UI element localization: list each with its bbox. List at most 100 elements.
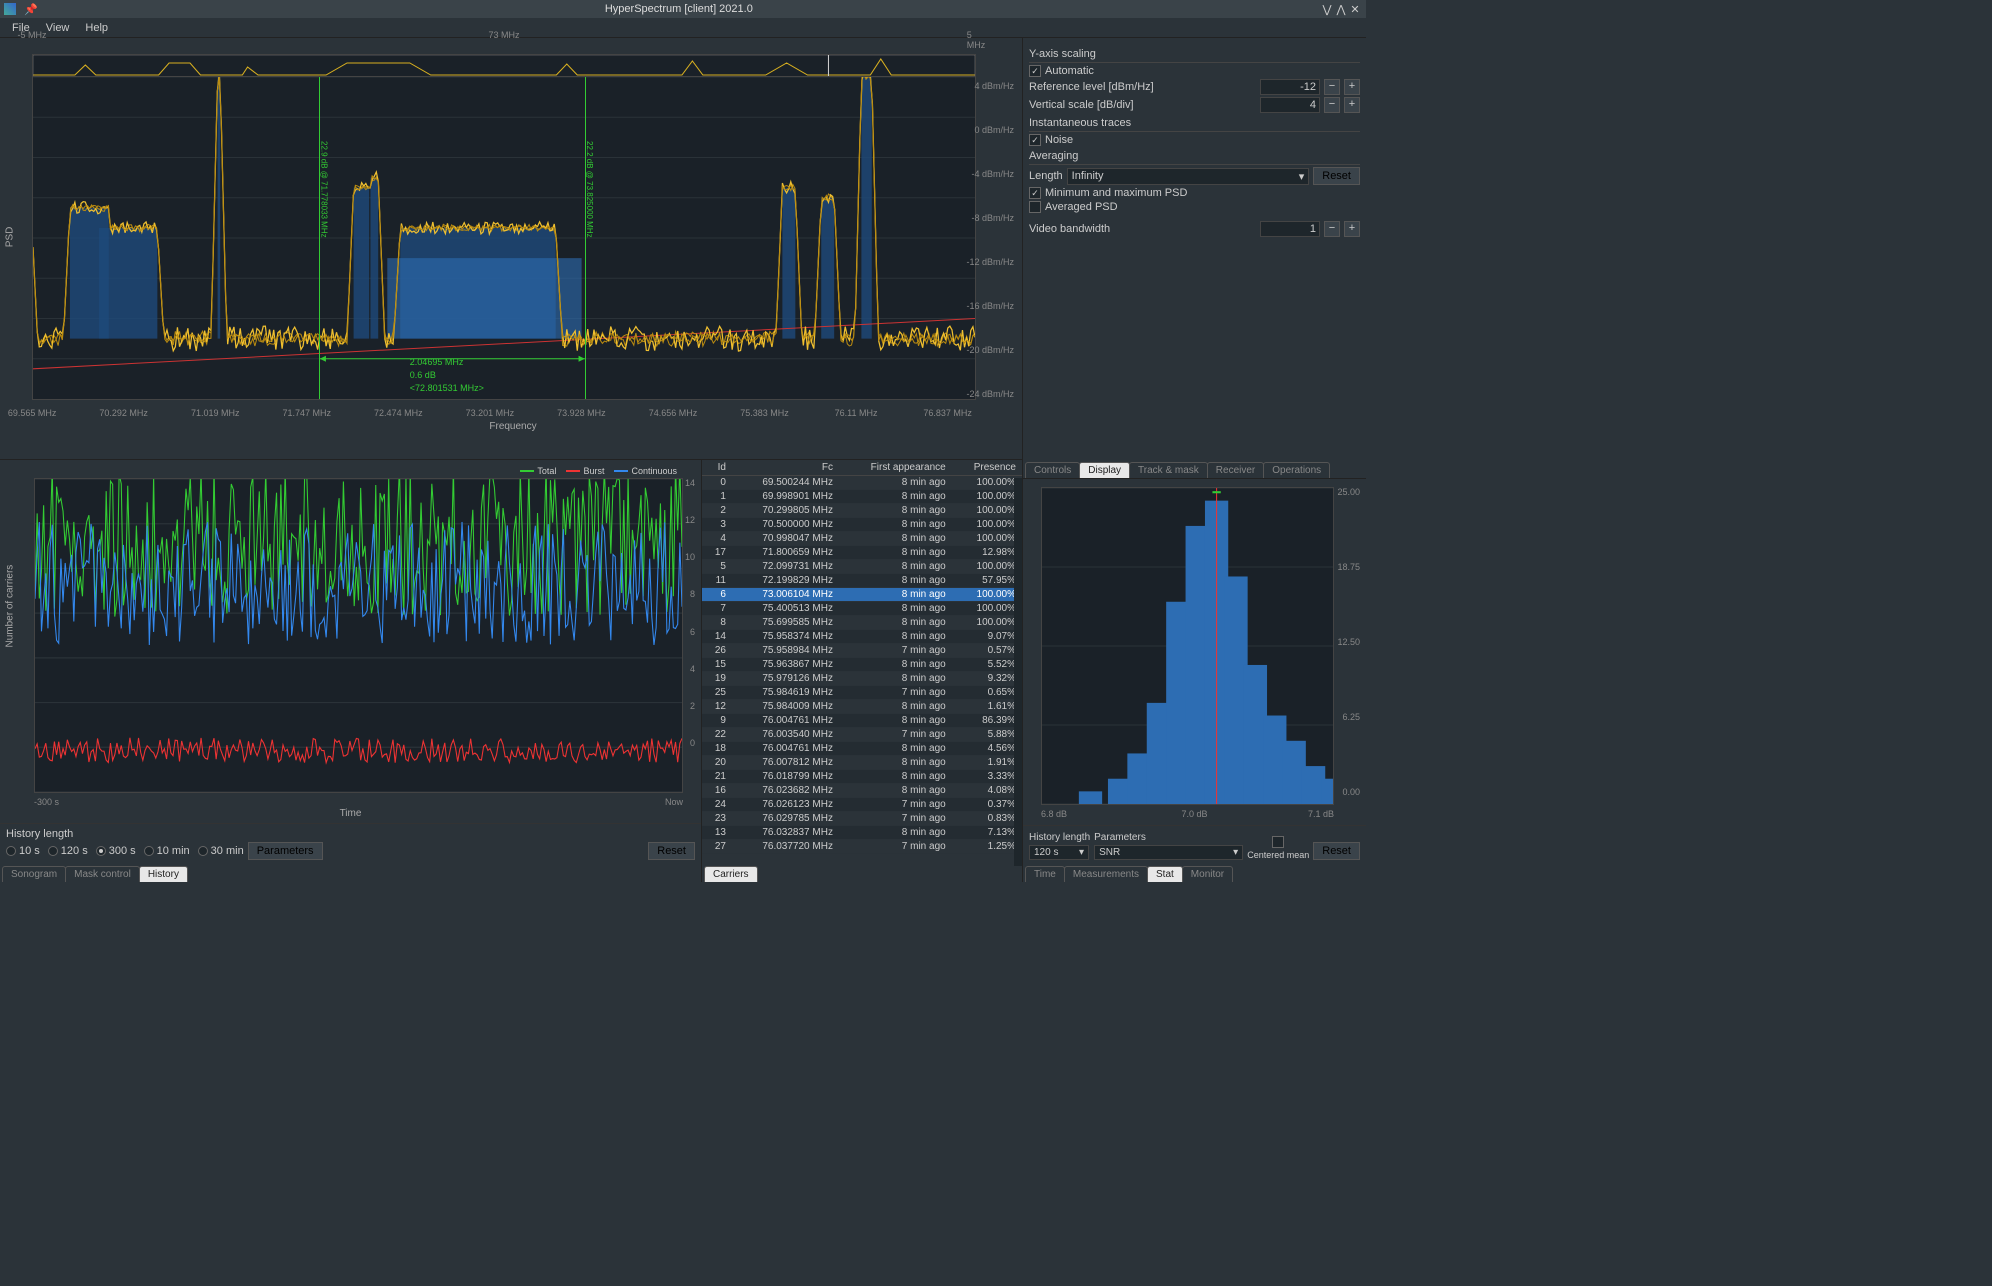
- psd-main-plot[interactable]: 22.9 dB @ 71.778033 MHz 22.2 dB @ 73.825…: [32, 76, 976, 400]
- tab-stat[interactable]: Stat: [1147, 866, 1183, 882]
- carriers-scrollbar[interactable]: [1014, 478, 1022, 866]
- table-row[interactable]: 270.299805 MHz8 min ago100.00%: [702, 504, 1022, 518]
- table-row[interactable]: 2376.029785 MHz7 min ago0.83%: [702, 812, 1022, 826]
- table-row[interactable]: 1771.800659 MHz8 min ago12.98%: [702, 546, 1022, 560]
- avg-length-combo[interactable]: Infinity▾: [1067, 168, 1310, 185]
- table-row[interactable]: 1376.032837 MHz8 min ago7.13%: [702, 826, 1022, 840]
- tab-monitor[interactable]: Monitor: [1182, 866, 1233, 882]
- table-row[interactable]: 1676.023682 MHz8 min ago4.08%: [702, 784, 1022, 798]
- vscale-plus[interactable]: +: [1344, 97, 1360, 113]
- history-length-radio[interactable]: [6, 846, 16, 856]
- ref-level-field[interactable]: -12: [1260, 79, 1320, 95]
- table-row[interactable]: 572.099731 MHz8 min ago100.00%: [702, 560, 1022, 574]
- pin-icon[interactable]: 📌: [24, 3, 38, 16]
- overview-tick-center: 73 MHz: [488, 30, 519, 40]
- ref-level-minus[interactable]: −: [1324, 79, 1340, 95]
- table-row[interactable]: 875.699585 MHz8 min ago100.00%: [702, 616, 1022, 630]
- tab-sonogram[interactable]: Sonogram: [2, 866, 66, 882]
- stat-params-combo[interactable]: SNR▾: [1094, 845, 1243, 860]
- tab-display[interactable]: Display: [1079, 462, 1130, 478]
- vbw-plus[interactable]: +: [1344, 221, 1360, 237]
- tab-track-mask[interactable]: Track & mask: [1129, 462, 1208, 478]
- table-row[interactable]: 775.400513 MHz8 min ago100.00%: [702, 602, 1022, 616]
- tab-carriers[interactable]: Carriers: [704, 866, 758, 882]
- tab-receiver[interactable]: Receiver: [1207, 462, 1264, 478]
- measure-center: <72.801531 MHz>: [410, 383, 484, 393]
- table-row[interactable]: 1975.979126 MHz8 min ago9.32%: [702, 672, 1022, 686]
- psd-panel: PSD -5 MHz 73 MHz 5 MHz: [0, 38, 1022, 460]
- history-length-radio[interactable]: [96, 846, 106, 856]
- col-id[interactable]: Id: [702, 460, 732, 476]
- tab-mask-control[interactable]: Mask control: [65, 866, 140, 882]
- minmax-checkbox[interactable]: [1029, 187, 1041, 199]
- history-reset-button[interactable]: Reset: [648, 842, 695, 860]
- history-ylabel: Number of carriers: [5, 564, 16, 647]
- history-length-radio[interactable]: [198, 846, 208, 856]
- yaxis-section: Y-axis scaling: [1029, 48, 1360, 63]
- col-fc[interactable]: Fc: [732, 460, 839, 476]
- table-row[interactable]: 2675.958984 MHz7 min ago0.57%: [702, 644, 1022, 658]
- table-row[interactable]: 1575.963867 MHz8 min ago5.52%: [702, 658, 1022, 672]
- psd-xtick: 74.656 MHz: [649, 408, 698, 418]
- col-first[interactable]: First appearance: [839, 460, 952, 476]
- stat-ytick: 12.50: [1337, 637, 1360, 647]
- display-settings-panel: Y-axis scaling Automatic Reference level…: [1023, 38, 1366, 462]
- psd-xtick: 73.201 MHz: [466, 408, 515, 418]
- table-row[interactable]: 2076.007812 MHz8 min ago1.91%: [702, 756, 1022, 770]
- history-ytick: 8: [690, 589, 695, 599]
- carriers-table[interactable]: Id Fc First appearance Presence 069.5002…: [702, 460, 1022, 866]
- avgpsd-checkbox[interactable]: [1029, 201, 1041, 213]
- titlebar: 📌 HyperSpectrum [client] 2021.0 ⋁ ⋀ ✕: [0, 0, 1366, 18]
- table-row[interactable]: 2575.984619 MHz7 min ago0.65%: [702, 686, 1022, 700]
- close-icon[interactable]: ✕: [1348, 3, 1362, 16]
- table-row[interactable]: 470.998047 MHz8 min ago100.00%: [702, 532, 1022, 546]
- minimize-icon[interactable]: ⋁: [1320, 3, 1334, 16]
- tab-operations[interactable]: Operations: [1263, 462, 1330, 478]
- stat-histogram[interactable]: [1041, 487, 1334, 805]
- maximize-icon[interactable]: ⋀: [1334, 3, 1348, 16]
- table-row[interactable]: 069.500244 MHz8 min ago100.00%: [702, 476, 1022, 490]
- history-plot[interactable]: [34, 478, 683, 793]
- tab-history[interactable]: History: [139, 866, 188, 882]
- vscale-field[interactable]: 4: [1260, 97, 1320, 113]
- history-ytick: 0: [690, 738, 695, 748]
- ref-level-plus[interactable]: +: [1344, 79, 1360, 95]
- table-row[interactable]: 2776.037720 MHz7 min ago1.25%: [702, 840, 1022, 854]
- table-row[interactable]: 1876.004761 MHz8 min ago4.56%: [702, 742, 1022, 756]
- history-parameters-button[interactable]: Parameters: [248, 842, 323, 860]
- window-title: HyperSpectrum [client] 2021.0: [38, 3, 1320, 15]
- psd-ytick: -16 dBm/Hz: [966, 301, 1014, 311]
- stat-length-combo[interactable]: 120 s▾: [1029, 845, 1089, 860]
- tab-controls[interactable]: Controls: [1025, 462, 1080, 478]
- table-row[interactable]: 1475.958374 MHz8 min ago9.07%: [702, 630, 1022, 644]
- table-row[interactable]: 976.004761 MHz8 min ago86.39%: [702, 714, 1022, 728]
- psd-xtick: 76.11 MHz: [835, 408, 878, 418]
- vbw-field[interactable]: 1: [1260, 221, 1320, 237]
- table-row[interactable]: 2176.018799 MHz8 min ago3.33%: [702, 770, 1022, 784]
- vscale-label: Vertical scale [dB/div]: [1029, 99, 1256, 111]
- centered-mean-checkbox[interactable]: [1272, 836, 1284, 848]
- stat-tabs: Time Measurements Stat Monitor: [1023, 866, 1366, 882]
- vbw-minus[interactable]: −: [1324, 221, 1340, 237]
- stat-reset-button[interactable]: Reset: [1313, 842, 1360, 860]
- table-row[interactable]: 1275.984009 MHz8 min ago1.61%: [702, 700, 1022, 714]
- tab-time[interactable]: Time: [1025, 866, 1065, 882]
- tab-measurements[interactable]: Measurements: [1064, 866, 1148, 882]
- automatic-checkbox[interactable]: [1029, 65, 1041, 77]
- vscale-minus[interactable]: −: [1324, 97, 1340, 113]
- table-row[interactable]: 1172.199829 MHz8 min ago57.95%: [702, 574, 1022, 588]
- side-tabs: Controls Display Track & mask Receiver O…: [1023, 462, 1366, 478]
- noise-checkbox[interactable]: [1029, 134, 1041, 146]
- table-row[interactable]: 2276.003540 MHz7 min ago5.88%: [702, 728, 1022, 742]
- col-presence[interactable]: Presence: [952, 460, 1022, 476]
- table-row[interactable]: 370.500000 MHz8 min ago100.00%: [702, 518, 1022, 532]
- history-length-radio[interactable]: [48, 846, 58, 856]
- table-row[interactable]: 2476.026123 MHz7 min ago0.37%: [702, 798, 1022, 812]
- history-xlabel: Time: [340, 808, 362, 819]
- table-row[interactable]: 169.998901 MHz8 min ago100.00%: [702, 490, 1022, 504]
- avg-reset-button[interactable]: Reset: [1313, 167, 1360, 185]
- avgpsd-label: Averaged PSD: [1045, 201, 1118, 213]
- history-length-radio[interactable]: [144, 846, 154, 856]
- table-row[interactable]: 673.006104 MHz8 min ago100.00%: [702, 588, 1022, 602]
- menu-help[interactable]: Help: [77, 20, 116, 36]
